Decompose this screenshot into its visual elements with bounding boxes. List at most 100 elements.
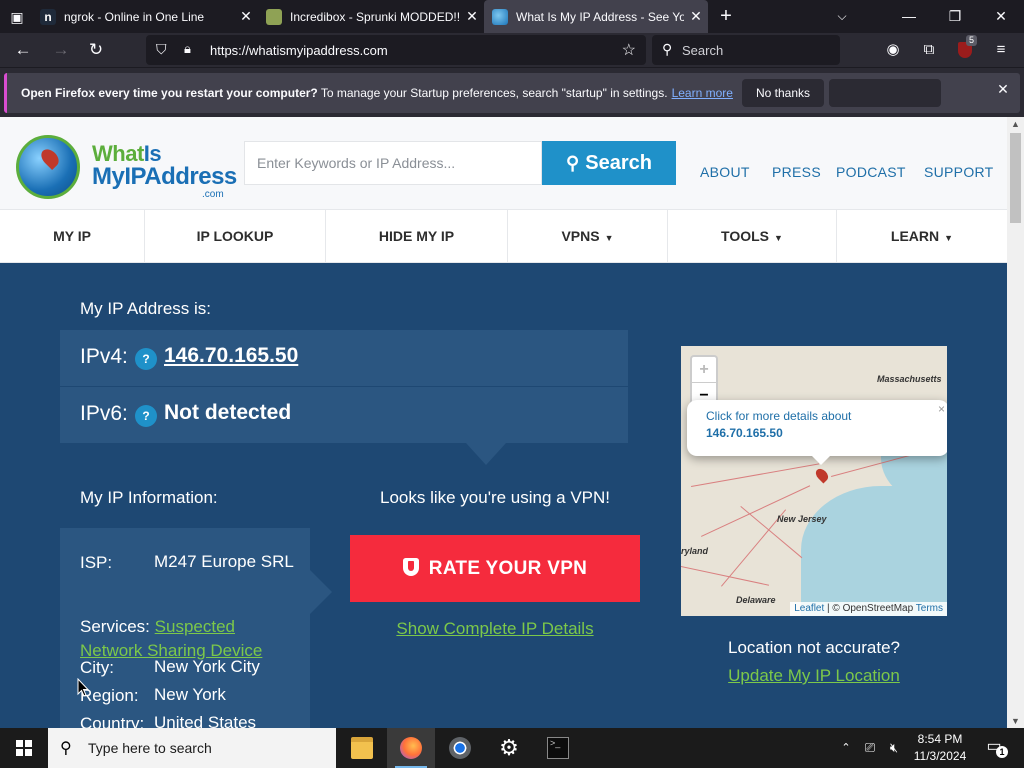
back-arrow-icon[interactable]: ←	[10, 37, 36, 63]
volume-muted-icon[interactable]: 🔇︎	[884, 728, 904, 768]
site-header: WhatIs MyIPAddress .com Enter Keywords o…	[0, 117, 1007, 209]
notification-text: To manage your Startup preferences, sear…	[317, 86, 668, 100]
tab-list-icon[interactable]: ▣	[4, 4, 30, 30]
tab-whatismyip-active[interactable]: What Is My IP Address - See Your ✕	[484, 0, 708, 33]
nav-my-ip[interactable]: MY IP	[0, 210, 145, 263]
chevron-up-icon[interactable]: ⌃	[836, 728, 856, 768]
chevron-down-icon[interactable]: ⌵	[830, 4, 854, 28]
podcast-link[interactable]: PODCAST	[836, 164, 906, 180]
map-label: Delaware	[736, 595, 776, 605]
site-search-input[interactable]: Enter Keywords or IP Address...	[244, 141, 542, 185]
extensions-puzzle-icon[interactable]: ⧉	[916, 37, 942, 63]
map-pin-icon[interactable]	[813, 466, 831, 484]
firefox-app[interactable]	[387, 728, 435, 768]
notification-bold-text: Open Firefox every time you restart your…	[21, 86, 318, 100]
browser-search-placeholder: Search	[682, 43, 724, 58]
press-link[interactable]: PRESS	[772, 164, 821, 180]
window-minimize-icon[interactable]: —	[886, 0, 932, 33]
browser-search-box[interactable]: ⚲ Search	[652, 35, 840, 65]
hamburger-menu-icon[interactable]: ≡	[988, 37, 1014, 63]
tab-incredibox[interactable]: Incredibox - Sprunki MODDED!! ✕	[258, 0, 484, 33]
ipv4-label: IPv4:	[80, 345, 128, 368]
settings-app[interactable]: ⚙	[485, 728, 533, 768]
taskbar-clock[interactable]: 8:54 PM 11/3/2024	[906, 731, 974, 765]
about-link[interactable]: ABOUT	[700, 164, 750, 180]
ipv4-address-link[interactable]: 146.70.165.50	[164, 344, 298, 368]
ublock-extension-icon[interactable]: 5	[952, 35, 978, 63]
rate-your-vpn-button[interactable]: RATE YOUR VPN	[350, 535, 640, 602]
chromium-app[interactable]	[436, 728, 484, 768]
help-question-icon[interactable]: ?	[135, 405, 157, 427]
leaflet-link[interactable]: Leaflet	[794, 603, 824, 614]
ipv6-label: IPv6:	[80, 402, 128, 425]
gear-icon: ⚙	[499, 735, 519, 760]
map-road	[701, 485, 811, 537]
notification-center-icon[interactable]: ▭ 1	[982, 736, 1008, 760]
notification-message: Open Firefox every time you restart your…	[21, 86, 733, 100]
browser-tab-bar: ▣ n ngrok - Online in One Line ✕ Incredi…	[0, 0, 1024, 33]
lock-icon[interactable]: 🔒︎	[184, 41, 191, 57]
notification-count-badge: 1	[996, 746, 1008, 758]
window-restore-icon[interactable]: ❐	[932, 0, 978, 33]
ipv6-value: Not detected	[164, 401, 292, 424]
nav-learn[interactable]: LEARN ▼	[837, 210, 1007, 263]
nav-ip-lookup[interactable]: IP LOOKUP	[145, 210, 326, 263]
dropdown-caret-icon: ▼	[944, 233, 954, 243]
network-icon[interactable]: ⎚	[860, 728, 880, 768]
close-notification-icon[interactable]: ✕	[992, 81, 1014, 98]
page-scrollbar[interactable]: ▲ ▼	[1007, 117, 1024, 728]
country-value: United States	[154, 713, 257, 728]
learn-more-link[interactable]: Learn more	[672, 86, 733, 100]
close-tab-icon[interactable]: ✕	[460, 8, 484, 25]
tracking-shield-icon[interactable]: ⛉	[156, 41, 167, 58]
scroll-down-arrow-icon[interactable]: ▼	[1011, 716, 1020, 726]
close-icon[interactable]: ×	[938, 402, 945, 416]
close-tab-icon[interactable]: ✕	[684, 8, 708, 25]
tab-ngrok[interactable]: n ngrok - Online in One Line ✕	[32, 0, 258, 33]
nav-vpns[interactable]: VPNS ▼	[508, 210, 668, 263]
map-road	[691, 463, 820, 487]
account-icon[interactable]: ◉	[880, 37, 906, 63]
file-explorer-app[interactable]	[338, 728, 386, 768]
notification-action-button[interactable]	[829, 79, 941, 107]
ipv4-row: IPv4: ? 146.70.165.50	[60, 330, 628, 386]
close-tab-icon[interactable]: ✕	[234, 8, 258, 25]
nav-tools[interactable]: TOOLS ▼	[668, 210, 837, 263]
start-button[interactable]	[0, 728, 48, 768]
site-logo[interactable]: WhatIs MyIPAddress .com	[16, 133, 237, 203]
site-search-button[interactable]: ⚲ Search	[542, 141, 676, 185]
location-map[interactable]: + − Massachusetts New Jersey ryland Dela…	[681, 346, 947, 616]
new-tab-plus-icon[interactable]: +	[714, 4, 738, 28]
url-bar[interactable]: ⛉ 🔒︎ https://whatismyipaddress.com ☆	[146, 35, 646, 65]
osm-attribution-text: | © OpenStreetMap	[824, 603, 916, 614]
ip-info-heading: My IP Information:	[80, 488, 218, 507]
url-text[interactable]: https://whatismyipaddress.com	[210, 43, 388, 58]
windows-taskbar: ⚲ Type here to search ⚙ >_ ⌃ ⎚ 🔇︎ 8:54 P…	[0, 728, 1024, 768]
reload-icon[interactable]: ↻	[83, 37, 109, 63]
no-thanks-button[interactable]: No thanks	[742, 79, 824, 107]
forward-arrow-icon[interactable]: →	[48, 37, 74, 63]
update-ip-location-link[interactable]: Update My IP Location	[681, 666, 947, 686]
scrollbar-thumb[interactable]	[1010, 133, 1021, 223]
terms-link[interactable]: Terms	[916, 603, 943, 614]
popup-ip-link[interactable]: 146.70.165.50	[706, 426, 783, 440]
tab-title: What Is My IP Address - See Your	[516, 9, 684, 24]
taskbar-search-box[interactable]: ⚲ Type here to search	[48, 728, 336, 768]
map-popup[interactable]: Click for more details about 146.70.165.…	[687, 400, 947, 456]
firefox-icon	[400, 737, 422, 759]
terminal-app[interactable]: >_	[534, 728, 582, 768]
shield-icon	[402, 558, 419, 576]
taskbar-search-placeholder: Type here to search	[88, 740, 212, 756]
browser-toolbar: ← → ↻ ⛉ 🔒︎ https://whatismyipaddress.com…	[0, 33, 1024, 67]
window-close-icon[interactable]: ✕	[978, 0, 1024, 33]
support-link[interactable]: SUPPORT	[924, 164, 994, 180]
bookmark-star-icon[interactable]: ☆	[622, 40, 636, 60]
clock-time: 8:54 PM	[917, 732, 963, 746]
nav-hide-my-ip[interactable]: HIDE MY IP	[326, 210, 508, 263]
ngrok-favicon-icon: n	[40, 8, 56, 25]
scroll-up-arrow-icon[interactable]: ▲	[1011, 119, 1020, 129]
search-icon: ⚲	[662, 41, 673, 57]
zoom-in-button[interactable]: +	[692, 357, 716, 383]
show-complete-ip-details-link[interactable]: Show Complete IP Details	[350, 619, 640, 639]
help-question-icon[interactable]: ?	[135, 348, 157, 370]
